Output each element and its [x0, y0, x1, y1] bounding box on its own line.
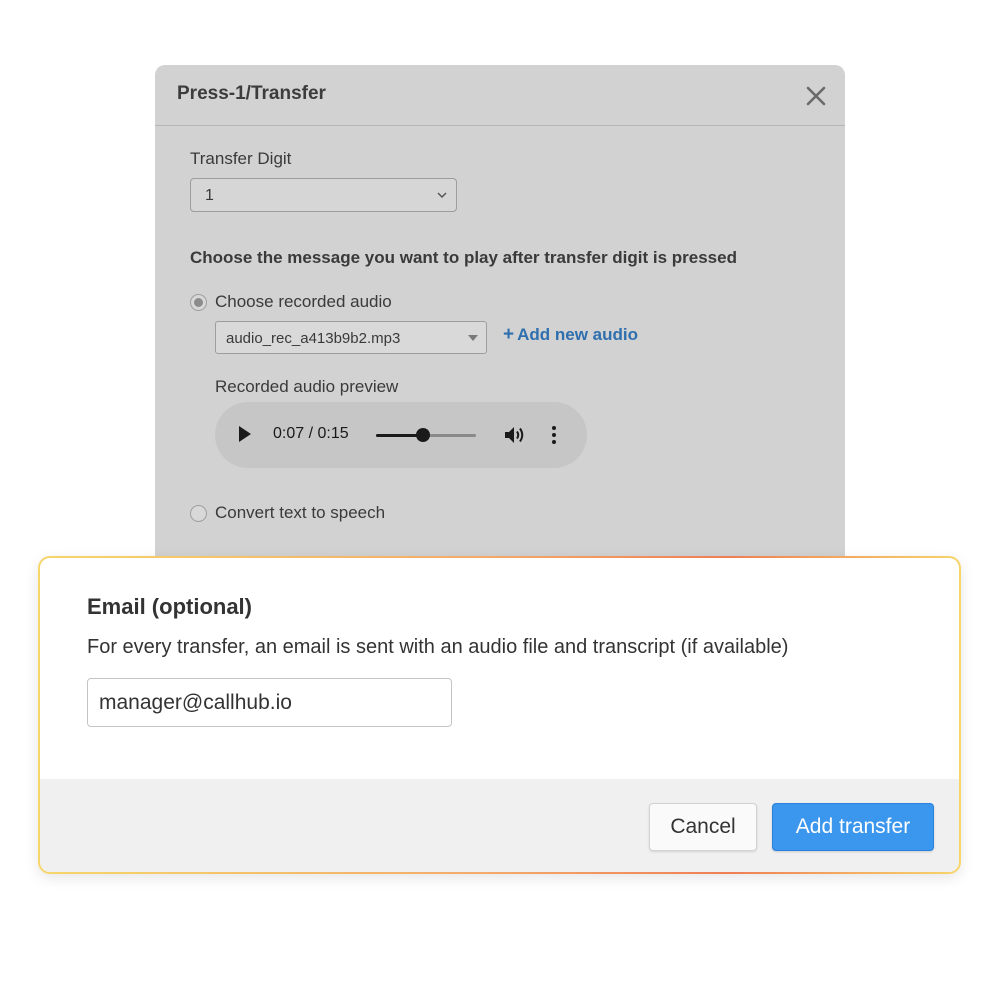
- message-heading: Choose the message you want to play afte…: [190, 248, 737, 267]
- radio-recorded-audio-label: Choose recorded audio: [215, 292, 392, 311]
- add-transfer-button[interactable]: Add transfer: [772, 803, 934, 851]
- email-field[interactable]: [87, 678, 452, 727]
- audio-file-select[interactable]: audio_rec_a413b9b2.mp3: [215, 321, 487, 354]
- dropdown-arrow-icon: [468, 335, 478, 341]
- close-icon[interactable]: [805, 85, 827, 107]
- chevron-down-icon: [437, 192, 447, 199]
- screen: Press-1/Transfer Transfer Digit 1 Choose…: [0, 0, 1000, 1000]
- transfer-digit-select[interactable]: 1: [190, 178, 457, 212]
- audio-seek-thumb[interactable]: [416, 428, 430, 442]
- add-new-audio-link[interactable]: + Add new audio: [503, 324, 638, 346]
- radio-recorded-audio[interactable]: [190, 294, 207, 311]
- email-highlight-card: Email (optional) For every transfer, an …: [38, 556, 961, 874]
- plus-icon: +: [503, 324, 515, 345]
- dialog-footer: Cancel Add transfer: [40, 779, 959, 872]
- more-vertical-icon[interactable]: [551, 425, 557, 445]
- audio-seek-bar[interactable]: [376, 428, 476, 442]
- transfer-dialog: Press-1/Transfer Transfer Digit 1 Choose…: [155, 65, 845, 585]
- email-heading: Email (optional): [87, 594, 252, 619]
- cancel-button[interactable]: Cancel: [649, 803, 757, 851]
- audio-player: 0:07 / 0:15: [215, 402, 587, 468]
- volume-icon[interactable]: [504, 425, 526, 445]
- email-description: For every transfer, an email is sent wit…: [87, 636, 789, 658]
- audio-file-value: audio_rec_a413b9b2.mp3: [226, 330, 401, 347]
- audio-preview-label: Recorded audio preview: [215, 377, 399, 396]
- add-new-audio-label: Add new audio: [517, 325, 638, 344]
- audio-time: 0:07 / 0:15: [273, 425, 349, 442]
- transfer-digit-label: Transfer Digit: [190, 149, 292, 168]
- email-section: Email (optional) For every transfer, an …: [40, 558, 959, 872]
- radio-text-to-speech[interactable]: [190, 505, 207, 522]
- radio-text-to-speech-label: Convert text to speech: [215, 503, 386, 522]
- play-icon[interactable]: [239, 426, 251, 442]
- transfer-digit-value: 1: [205, 187, 214, 204]
- dialog-header: Press-1/Transfer: [155, 65, 845, 126]
- dialog-title: Press-1/Transfer: [177, 83, 326, 104]
